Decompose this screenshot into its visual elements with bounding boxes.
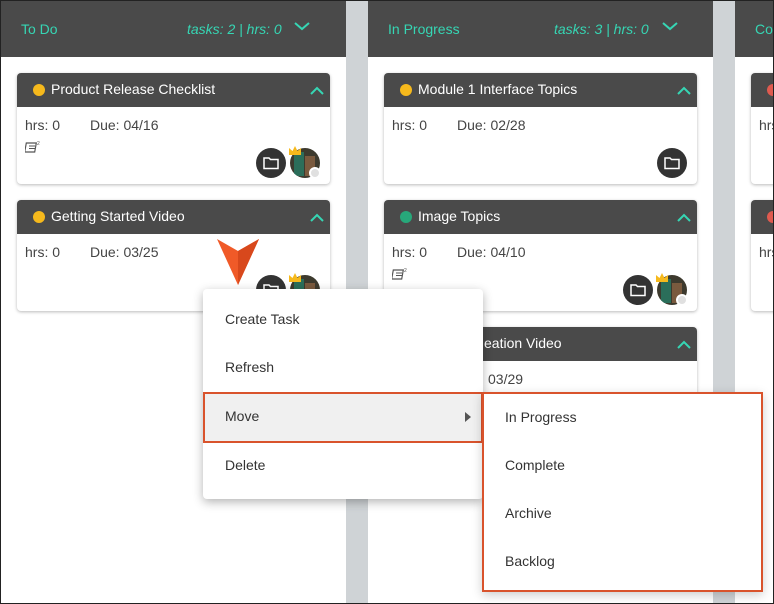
crown-icon — [289, 146, 301, 155]
chevron-down-icon[interactable] — [659, 15, 681, 37]
card-hours: hrs — [759, 244, 773, 260]
submenu-item-label: In Progress — [505, 409, 577, 425]
column-stats: tasks: 2 | hrs: 0 — [187, 21, 282, 37]
chevron-down-icon[interactable] — [291, 15, 313, 37]
card-header: Getting Started Video — [17, 200, 330, 234]
status-dot — [400, 211, 412, 223]
card-title: Image Topics — [418, 208, 501, 224]
card-title: Module 1 Interface Topics — [418, 81, 578, 97]
column-stats: tasks: 3 | hrs: 0 — [554, 21, 649, 37]
menu-item-label: Create Task — [225, 311, 300, 327]
chevron-up-icon[interactable] — [308, 82, 326, 100]
card-hours: hrs — [759, 117, 773, 133]
crown-icon — [656, 273, 668, 282]
card-title: Getting Started Video — [51, 208, 185, 224]
card-title: Product Release Checklist — [51, 81, 216, 97]
status-dot — [767, 211, 773, 223]
menu-item-label: Delete — [225, 457, 266, 473]
submenu-item-complete[interactable]: Complete — [484, 442, 761, 490]
submenu-item-label: Complete — [505, 457, 565, 473]
status-dot — [33, 211, 45, 223]
card-header — [751, 200, 773, 234]
column-title: To Do — [21, 21, 58, 37]
folder-button[interactable] — [256, 148, 286, 178]
notes-icon: 2 — [25, 141, 40, 153]
task-card[interactable]: Product Release Checklist hrs: 0 Due: 04… — [17, 73, 330, 184]
card-hours: hrs: 0 — [25, 244, 61, 260]
folder-icon — [263, 157, 279, 170]
card-header: Module 1 Interface Topics — [384, 73, 697, 107]
card-hours: hrs: 0 — [392, 244, 428, 260]
card-header: Image Topics — [384, 200, 697, 234]
svg-text:2: 2 — [404, 268, 407, 274]
submenu-item-in-progress[interactable]: In Progress — [484, 394, 761, 442]
submenu-item-label: Archive — [505, 505, 552, 521]
status-dot — [400, 84, 412, 96]
status-dot — [33, 84, 45, 96]
card-header — [751, 73, 773, 107]
menu-item-refresh[interactable]: Refresh — [203, 344, 483, 392]
folder-button[interactable] — [657, 148, 687, 178]
menu-item-delete[interactable]: Delete — [203, 442, 483, 490]
menu-item-create-task[interactable]: Create Task — [203, 296, 483, 344]
status-dot — [767, 84, 773, 96]
chevron-up-icon[interactable] — [308, 209, 326, 227]
card-header: Product Release Checklist — [17, 73, 330, 107]
presence-indicator — [676, 294, 688, 306]
task-card[interactable]: Module 1 Interface Topics hrs: 0 Due: 02… — [384, 73, 697, 184]
column-header: Co — [735, 1, 773, 57]
folder-icon — [664, 157, 680, 170]
submenu-item-label: Backlog — [505, 553, 555, 569]
highlight-outline — [203, 392, 483, 443]
move-submenu: In Progress Complete Archive Backlog — [482, 392, 763, 592]
column-header: To Do tasks: 2 | hrs: 0 — [1, 1, 346, 57]
kanban-board: To Do tasks: 2 | hrs: 0 Product Release … — [0, 0, 774, 604]
card-due-date: Due: 04/16 — [90, 117, 159, 133]
card-hours: hrs: 0 — [25, 117, 61, 133]
chevron-up-icon[interactable] — [675, 336, 693, 354]
task-card[interactable]: hrs — [751, 200, 773, 311]
crown-icon — [289, 273, 301, 282]
svg-text:2: 2 — [37, 141, 40, 147]
task-card[interactable]: hrs — [751, 73, 773, 184]
card-due-date: Due: 03/25 — [90, 244, 159, 260]
folder-icon — [630, 284, 646, 297]
folder-button[interactable] — [623, 275, 653, 305]
column-title: In Progress — [388, 21, 460, 37]
pointer-arrow-icon — [217, 239, 259, 285]
chevron-up-icon[interactable] — [675, 209, 693, 227]
card-due-date: Due: 02/28 — [457, 117, 526, 133]
notes-icon: 2 — [392, 268, 407, 280]
presence-indicator — [309, 167, 321, 179]
card-title: eation Video — [484, 335, 562, 351]
chevron-up-icon[interactable] — [675, 82, 693, 100]
column-header: In Progress tasks: 3 | hrs: 0 — [368, 1, 713, 57]
menu-item-label: Refresh — [225, 359, 275, 375]
card-hours: hrs: 0 — [392, 117, 428, 133]
submenu-item-archive[interactable]: Archive — [484, 490, 761, 538]
card-due-date: Due: 04/10 — [457, 244, 526, 260]
column-title: Co — [755, 21, 773, 37]
card-due-date: 03/29 — [488, 371, 524, 387]
submenu-item-backlog[interactable]: Backlog — [484, 538, 761, 586]
